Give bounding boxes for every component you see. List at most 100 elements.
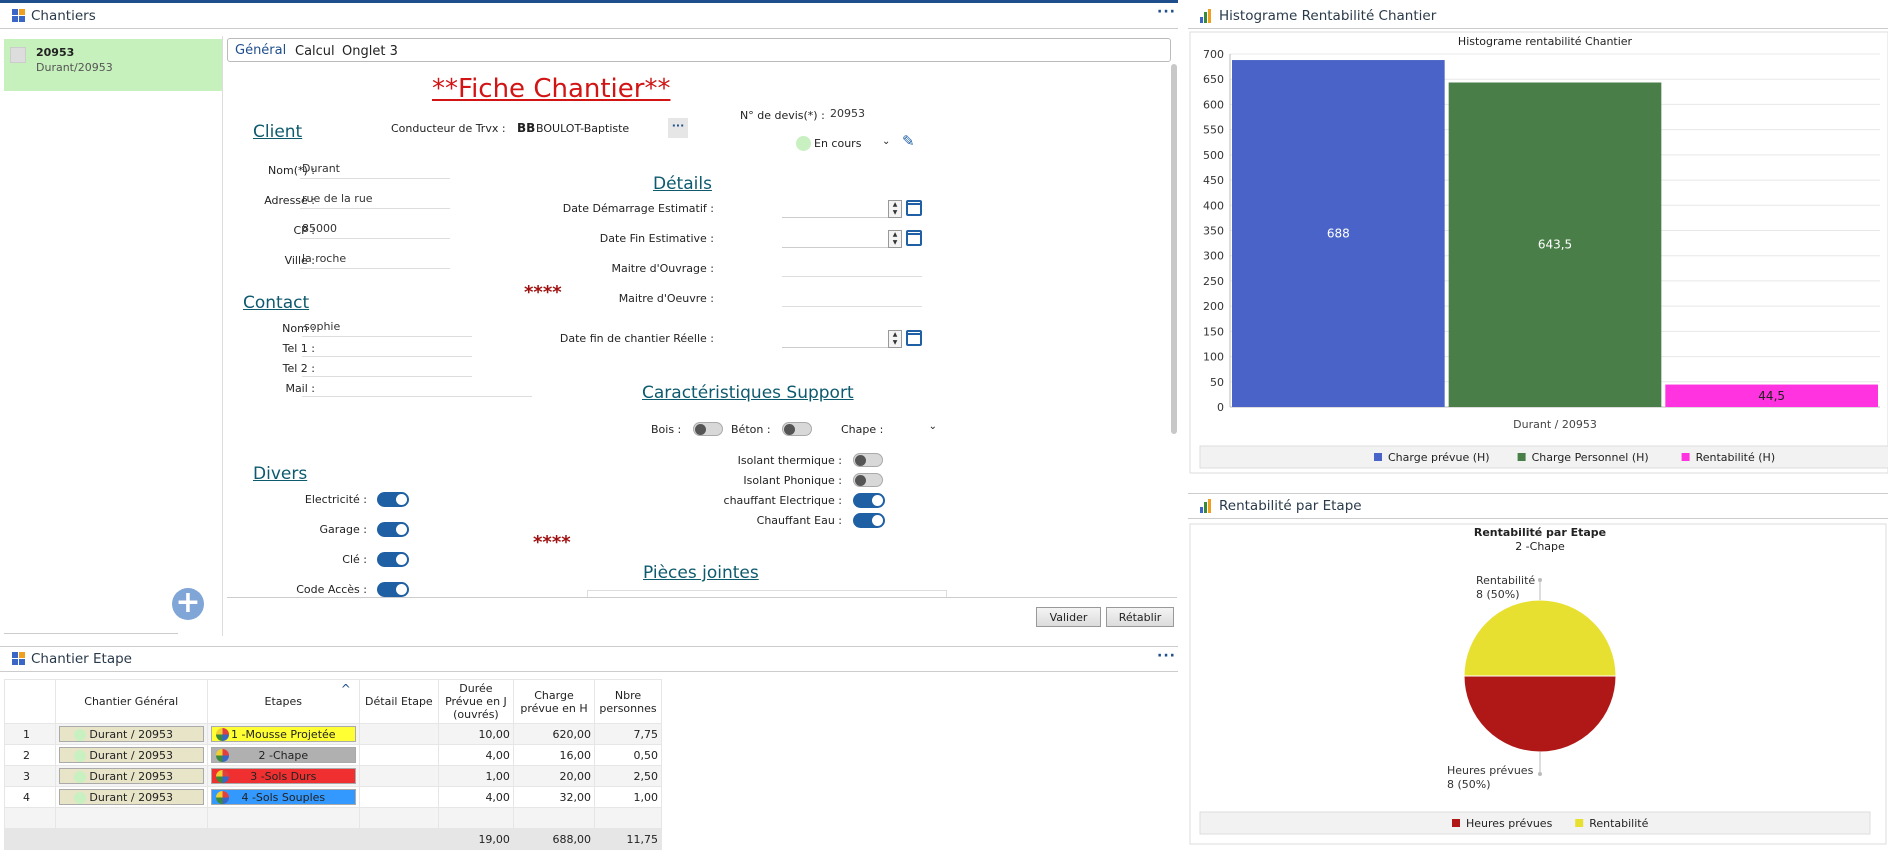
calendar-icon[interactable] bbox=[906, 200, 922, 216]
conducteur-name: BOULOT-Baptiste bbox=[536, 122, 630, 135]
col-etapes-label: Etapes bbox=[264, 695, 303, 708]
table-row-empty bbox=[4, 807, 662, 829]
row-index: 1 bbox=[4, 723, 56, 745]
chantier-list-item[interactable]: 20953 Durant/20953 bbox=[4, 39, 222, 91]
section-pieces-jointes: Pièces jointes bbox=[643, 563, 759, 583]
cell-etape[interactable]: 3 -Sols Durs bbox=[206, 765, 360, 787]
col-etapes[interactable]: Etapes ^ bbox=[206, 679, 360, 724]
tab-calcul[interactable]: Calcul bbox=[295, 44, 335, 59]
table-row[interactable]: 4 Durant / 20953 4 -Sols Souples 4,00 32… bbox=[4, 786, 662, 808]
adresse-field[interactable]: rue de la rue bbox=[300, 192, 450, 209]
date-reelle-field[interactable]: ▲ ▼ bbox=[782, 330, 902, 348]
date-fin-spinner[interactable]: ▲ ▼ bbox=[888, 230, 902, 248]
cell-charge: 32,00 bbox=[512, 786, 596, 808]
cell-chantier[interactable]: Durant / 20953 bbox=[54, 744, 208, 766]
pencil-icon[interactable]: ✎ bbox=[902, 132, 915, 150]
devis-value[interactable]: 20953 bbox=[828, 107, 928, 124]
cell-chantier[interactable]: Durant / 20953 bbox=[54, 723, 208, 745]
isolant-phonique-toggle[interactable] bbox=[853, 473, 883, 487]
valider-button[interactable]: Valider bbox=[1036, 607, 1101, 627]
etape-table: Chantier Général Etapes ^ Détail Etape Du… bbox=[4, 679, 662, 850]
cell-etape[interactable]: 1 -Mousse Projetée bbox=[206, 723, 360, 745]
section-contact: Contact bbox=[243, 293, 310, 313]
chape-label: Chape : bbox=[841, 423, 884, 436]
tab-general[interactable]: Général bbox=[235, 43, 286, 58]
attachments-box[interactable] bbox=[587, 590, 947, 597]
col-nbre[interactable]: Nbre personnes bbox=[594, 679, 662, 724]
cell-detail[interactable] bbox=[358, 765, 439, 787]
chauffant-eau-toggle[interactable] bbox=[853, 513, 885, 528]
row-index: 3 bbox=[4, 765, 56, 787]
col-duree[interactable]: Durée Prévue en J (ouvrés) bbox=[437, 679, 514, 724]
code-acces-toggle[interactable] bbox=[377, 582, 409, 597]
section-client: Client bbox=[253, 122, 303, 142]
legend-swatch bbox=[1452, 819, 1460, 827]
legend-label: Charge prévue (H) bbox=[1388, 451, 1490, 464]
add-button[interactable]: + bbox=[172, 588, 204, 620]
calendar-icon[interactable] bbox=[906, 230, 922, 246]
chape-select[interactable]: ⌄ bbox=[887, 421, 937, 437]
retablir-button[interactable]: Rétablir bbox=[1106, 607, 1174, 627]
legend-label: Rentabilité (H) bbox=[1696, 451, 1776, 464]
y-tick-label: 0 bbox=[1217, 401, 1224, 414]
col-charge[interactable]: Charge prévue en H bbox=[512, 679, 596, 724]
tab-bar: Général Calcul Onglet 3 bbox=[227, 38, 1171, 62]
etape-menu-button[interactable]: ··· bbox=[1157, 648, 1176, 664]
date-debut-field[interactable]: ▲ ▼ bbox=[782, 200, 902, 218]
cell-chantier[interactable]: Durant / 20953 bbox=[54, 765, 208, 787]
date-debut-spinner[interactable]: ▲ ▼ bbox=[888, 200, 902, 218]
contact-nom-field[interactable]: sophie bbox=[302, 320, 472, 337]
tel2-field[interactable] bbox=[302, 360, 472, 377]
garage-toggle[interactable] bbox=[377, 522, 409, 537]
cp-field[interactable]: 85000 bbox=[300, 222, 450, 239]
electricite-toggle[interactable] bbox=[377, 492, 409, 507]
status-value: En cours bbox=[814, 137, 862, 150]
col-detail[interactable]: Détail Etape bbox=[358, 679, 439, 724]
pie-icon bbox=[215, 770, 229, 783]
sort-asc-icon[interactable]: ^ bbox=[341, 682, 351, 696]
cle-toggle[interactable] bbox=[377, 552, 409, 567]
date-reelle-spinner[interactable]: ▲ ▼ bbox=[888, 330, 902, 348]
cell-charge: 620,00 bbox=[512, 723, 596, 745]
moa-label: Maitre d'Ouvrage : bbox=[611, 262, 714, 275]
mail-field[interactable] bbox=[302, 380, 532, 397]
cell-detail[interactable] bbox=[358, 744, 439, 766]
moe-field[interactable] bbox=[782, 290, 922, 307]
tel1-field[interactable] bbox=[302, 340, 472, 357]
conducteur-more-button[interactable]: ··· bbox=[668, 118, 688, 138]
item-checkbox[interactable] bbox=[10, 47, 26, 63]
moa-field[interactable] bbox=[782, 260, 922, 277]
beton-toggle[interactable] bbox=[782, 422, 812, 436]
histogram-chart: Histograme rentabilité Chantier 0 50 100 150… bbox=[1189, 31, 1888, 474]
calendar-icon[interactable] bbox=[906, 330, 922, 346]
code-acces-label: Code Accès : bbox=[296, 583, 367, 596]
col-chantier[interactable]: Chantier Général bbox=[54, 679, 208, 724]
tab-onglet-3[interactable]: Onglet 3 bbox=[342, 44, 398, 59]
cell-detail[interactable] bbox=[358, 723, 439, 745]
nom-field[interactable]: Durant bbox=[300, 162, 450, 179]
table-row[interactable]: 1 Durant / 20953 1 -Mousse Projetée 10,0… bbox=[4, 723, 662, 745]
ville-field[interactable]: la roche bbox=[300, 252, 450, 269]
form-scrollbar[interactable] bbox=[1171, 64, 1177, 434]
date-fin-field[interactable]: ▲ ▼ bbox=[782, 230, 902, 248]
cell-nbre: 1,00 bbox=[594, 786, 662, 808]
etape-label: 3 -Sols Durs bbox=[250, 769, 317, 783]
chevron-down-icon: ⌄ bbox=[882, 136, 891, 147]
isolant-thermique-toggle[interactable] bbox=[853, 453, 883, 467]
table-row[interactable]: 3 Durant / 20953 3 -Sols Durs 1,00 20,00… bbox=[4, 765, 662, 787]
y-tick-label: 600 bbox=[1203, 98, 1224, 111]
bois-toggle[interactable] bbox=[693, 422, 723, 436]
cell-etape[interactable]: 4 -Sols Souples bbox=[206, 786, 360, 808]
cell-detail[interactable] bbox=[358, 786, 439, 808]
pie-icon bbox=[215, 791, 229, 804]
total-charge: 688,00 bbox=[512, 828, 596, 850]
legend-swatch bbox=[1517, 453, 1526, 461]
cell-chantier[interactable]: Durant / 20953 bbox=[54, 786, 208, 808]
chantier-label: Durant / 20953 bbox=[89, 790, 174, 804]
table-row[interactable]: 2 Durant / 20953 2 -Chape 4,00 16,00 0,5… bbox=[4, 744, 662, 766]
chantiers-menu-button[interactable]: ··· bbox=[1157, 4, 1176, 20]
total-duree: 19,00 bbox=[437, 828, 514, 850]
chauffant-elec-toggle[interactable] bbox=[853, 493, 885, 508]
status-select[interactable]: En cours ⌄ bbox=[796, 134, 896, 154]
cell-etape[interactable]: 2 -Chape bbox=[206, 744, 360, 766]
